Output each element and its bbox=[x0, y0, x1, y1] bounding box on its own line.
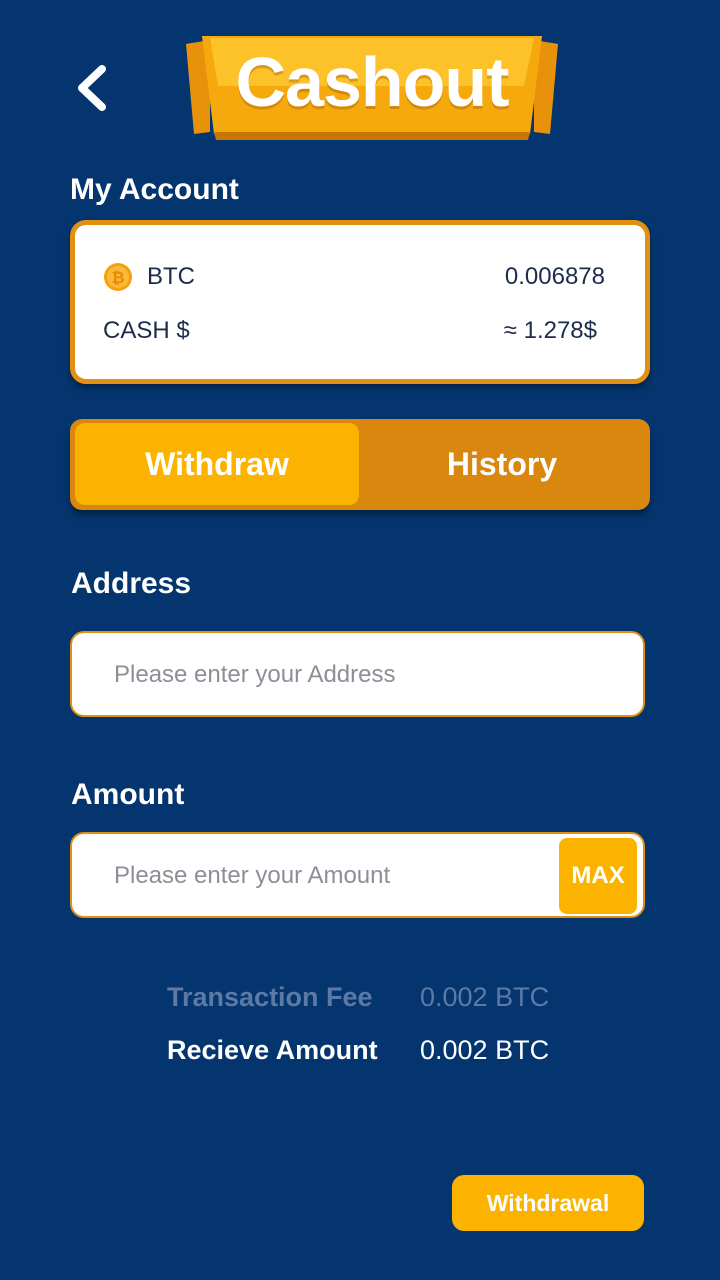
receive-amount-value: 0.002 BTC bbox=[420, 1035, 550, 1065]
chevron-left-icon bbox=[78, 65, 106, 111]
transaction-fee-row: Transaction Fee 0.002 BTC bbox=[167, 982, 587, 1018]
amount-input[interactable] bbox=[114, 856, 534, 896]
btc-value: 0.006878 bbox=[504, 263, 605, 290]
tab-bar: Withdraw History bbox=[70, 419, 650, 510]
back-button[interactable] bbox=[62, 58, 122, 118]
title-banner: Cashout bbox=[180, 34, 564, 142]
account-balance-card: ₿ BTC 0.006878 CASH $ ≈ 1.278$ bbox=[70, 220, 650, 384]
receive-amount-row: Recieve Amount 0.002 BTC bbox=[167, 1035, 587, 1071]
tab-history[interactable]: History bbox=[360, 423, 644, 505]
transaction-fee-label: Transaction Fee bbox=[167, 982, 373, 1012]
transaction-fee-value: 0.002 BTC bbox=[420, 982, 550, 1012]
amount-label: Amount bbox=[71, 778, 185, 811]
receive-amount-label: Recieve Amount bbox=[167, 1035, 378, 1065]
cash-balance-row: CASH $ ≈ 1.278$ bbox=[103, 311, 605, 351]
address-label: Address bbox=[71, 567, 192, 600]
btc-balance-row: ₿ BTC 0.006878 bbox=[103, 257, 605, 297]
page-title: Cashout bbox=[235, 43, 510, 121]
address-field bbox=[70, 631, 645, 717]
cash-label: CASH $ bbox=[103, 317, 190, 344]
btc-label: BTC bbox=[147, 263, 195, 290]
withdrawal-button[interactable]: Withdrawal bbox=[452, 1175, 644, 1231]
amount-field: MAX bbox=[70, 832, 645, 918]
my-account-label: My Account bbox=[70, 173, 239, 206]
tab-withdraw[interactable]: Withdraw bbox=[75, 423, 359, 505]
address-input[interactable] bbox=[114, 655, 534, 695]
cash-value: ≈ 1.278$ bbox=[503, 317, 597, 344]
bitcoin-coin-icon: ₿ bbox=[104, 263, 132, 291]
svg-text:₿: ₿ bbox=[111, 269, 124, 287]
max-button[interactable]: MAX bbox=[559, 838, 637, 914]
